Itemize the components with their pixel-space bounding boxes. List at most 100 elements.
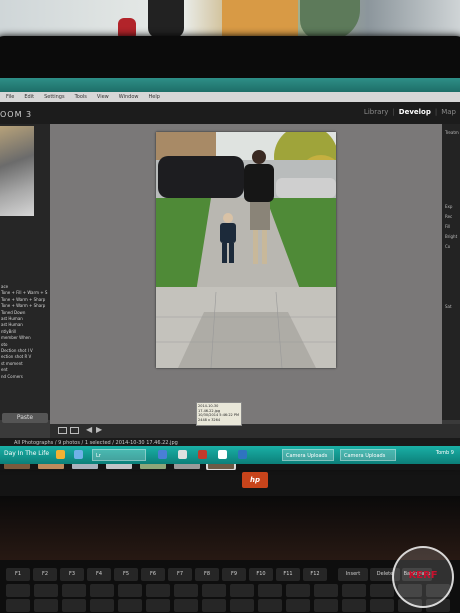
keyboard-key[interactable] — [314, 584, 338, 597]
preset-item[interactable]: Tone + Warm + Sharp — [0, 303, 50, 309]
previous-arrow-icon[interactable]: ◀ — [86, 425, 92, 434]
main-photo[interactable] — [156, 132, 336, 368]
module-library[interactable]: Library — [364, 108, 388, 116]
hp-logo: hp — [242, 472, 268, 488]
keyboard-key[interactable] — [118, 599, 142, 612]
folder-icon[interactable] — [74, 450, 83, 459]
key-f9[interactable]: F9 — [222, 568, 246, 581]
keyboard-key[interactable] — [286, 599, 310, 612]
keyboard-key[interactable] — [62, 599, 86, 612]
menu-bar: File Edit Settings Tools View Window Hel… — [0, 92, 460, 102]
left-panel: ace Tone + Fill + Warm + S Tone + Warm +… — [0, 124, 50, 420]
right-panel-label: Rec — [445, 214, 453, 219]
right-panel-label: Treatm — [445, 130, 459, 135]
menu-file[interactable]: File — [6, 92, 14, 102]
app-brand: OOM 3 — [0, 110, 33, 119]
taskbar-camera-uploads[interactable]: Camera Uploads — [282, 449, 334, 461]
right-panel-label: Exp — [445, 204, 453, 209]
chrome-icon-2[interactable] — [218, 450, 227, 459]
keyboard-key[interactable] — [202, 599, 226, 612]
keyboard-key[interactable] — [90, 584, 114, 597]
keyboard-key[interactable] — [230, 584, 254, 597]
explorer-icon[interactable] — [56, 450, 65, 459]
preset-list: ace Tone + Fill + Warm + S Tone + Warm +… — [0, 284, 50, 380]
key-f10[interactable]: F10 — [249, 568, 273, 581]
keyboard-key[interactable] — [342, 584, 366, 597]
menu-settings[interactable]: Settings — [44, 92, 65, 102]
preset-item[interactable]: nd Corners — [0, 374, 50, 380]
keyboard-key[interactable] — [314, 599, 338, 612]
paste-button[interactable]: Paste — [2, 413, 48, 423]
menu-window[interactable]: Window — [119, 92, 139, 102]
app-icon[interactable] — [198, 450, 207, 459]
key-f3[interactable]: F3 — [60, 568, 84, 581]
keyboard-key[interactable] — [370, 599, 394, 612]
key-f8[interactable]: F8 — [195, 568, 219, 581]
loupe-view-icon[interactable] — [58, 427, 67, 434]
taskbar-camera-uploads-2[interactable]: Camera Uploads — [340, 449, 396, 461]
menu-view[interactable]: View — [97, 92, 109, 102]
key-f7[interactable]: F7 — [168, 568, 192, 581]
key-f6[interactable]: F6 — [141, 568, 165, 581]
menu-tools[interactable]: Tools — [75, 92, 87, 102]
module-develop[interactable]: Develop — [399, 108, 431, 116]
keyboard-key[interactable] — [34, 584, 58, 597]
module-picker: Library | Develop | Map — [364, 108, 456, 116]
right-panel: Treatm Exp Rec Fill Bright Co Sat — [442, 124, 460, 420]
keyboard-key[interactable] — [118, 584, 142, 597]
keyboard-key[interactable] — [258, 584, 282, 597]
key-f1[interactable]: F1 — [6, 568, 30, 581]
navigator-preview[interactable] — [0, 126, 34, 216]
system-tray: Tomb 9 — [435, 450, 454, 456]
keyboard-key[interactable] — [62, 584, 86, 597]
keyboard-key[interactable] — [230, 599, 254, 612]
ie-icon[interactable] — [158, 450, 167, 459]
keyboard: F1 F2 F3 F4 F5 F6 F7 F8 F9 F10 F11 F12 Insert Delete B… — [0, 560, 460, 613]
right-panel-label: Co — [445, 244, 451, 249]
next-arrow-icon[interactable]: ▶ — [96, 425, 102, 434]
module-separator: | — [434, 108, 438, 116]
keyboard-key[interactable] — [90, 599, 114, 612]
keyboard-key[interactable] — [34, 599, 58, 612]
taskbar-lightroom[interactable]: Lr — [92, 449, 146, 461]
preset-item[interactable]: Tone + Fill + Warm + S — [0, 290, 50, 296]
before-after-icon[interactable] — [70, 427, 79, 434]
keyboard-key[interactable] — [6, 584, 30, 597]
window-titlebar — [0, 78, 460, 92]
keyboard-key[interactable] — [174, 599, 198, 612]
right-panel-label: Sat — [445, 304, 452, 309]
right-panel-label: Fill — [445, 224, 451, 229]
desk-lamp — [148, 0, 184, 38]
key-f4[interactable]: F4 — [87, 568, 111, 581]
start-label[interactable]: Day In The Life — [4, 450, 49, 457]
watermark-text: KERF — [408, 570, 438, 581]
module-bar: OOM 3 Library | Develop | Map — [0, 102, 460, 124]
keyboard-key[interactable] — [286, 584, 310, 597]
menu-edit[interactable]: Edit — [24, 92, 34, 102]
keyboard-key[interactable] — [258, 599, 282, 612]
keyboard-key[interactable] — [146, 599, 170, 612]
window-tree — [300, 0, 360, 40]
watermark-logo: KERF — [392, 546, 454, 608]
key-f5[interactable]: F5 — [114, 568, 138, 581]
menu-help[interactable]: Help — [149, 92, 160, 102]
thumbnail-tooltip: 2014-10-30 17.46.22.jpg 10/30/2014 5:46:… — [196, 402, 242, 426]
key-f11[interactable]: F11 — [276, 568, 300, 581]
keyboard-key[interactable] — [370, 584, 394, 597]
keyboard-key[interactable] — [6, 599, 30, 612]
desk-surface — [0, 496, 460, 566]
key-insert[interactable]: Insert — [338, 568, 368, 581]
keyboard-key[interactable] — [202, 584, 226, 597]
module-separator: | — [392, 108, 395, 116]
cork-board — [222, 0, 298, 40]
key-f12[interactable]: F12 — [303, 568, 327, 581]
keyboard-key[interactable] — [342, 599, 366, 612]
module-map[interactable]: Map — [441, 108, 456, 116]
develop-toolbar: ◀ ▶ — [50, 424, 460, 438]
photo-illustration — [156, 132, 336, 368]
store-icon[interactable] — [238, 450, 247, 459]
keyboard-key[interactable] — [146, 584, 170, 597]
keyboard-key[interactable] — [174, 584, 198, 597]
key-f2[interactable]: F2 — [33, 568, 57, 581]
chrome-icon[interactable] — [178, 450, 187, 459]
